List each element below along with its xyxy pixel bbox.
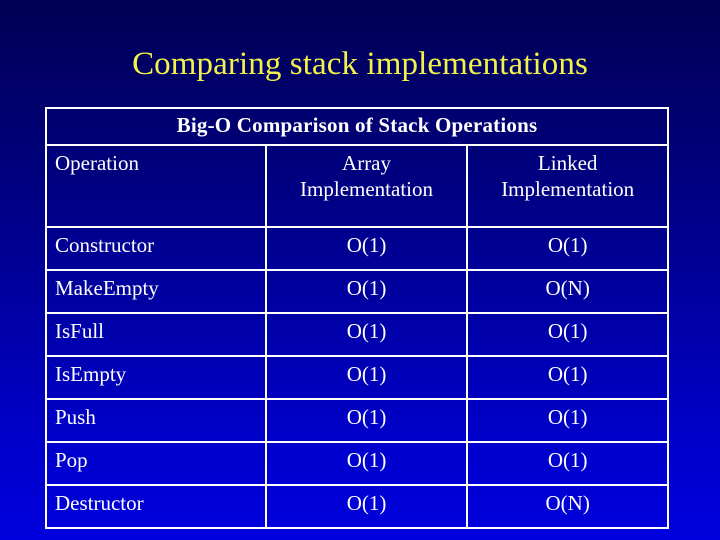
cell-linked: O(1) xyxy=(466,226,669,271)
cell-operation: Destructor xyxy=(45,484,267,529)
column-header-linked-line1: Linked xyxy=(537,151,598,175)
cell-operation: IsEmpty xyxy=(45,355,267,400)
cell-linked: O(1) xyxy=(466,398,669,443)
cell-operation: Push xyxy=(45,398,267,443)
cell-array: O(1) xyxy=(264,355,469,400)
cell-linked: O(1) xyxy=(466,312,669,357)
big-o-comparison-table: Big-O Comparison of Stack Operations Ope… xyxy=(45,107,669,529)
page-title: Comparing stack implementations xyxy=(132,46,588,82)
table-row: MakeEmpty O(1) O(N) xyxy=(45,269,669,314)
column-header-linked-line2: Implementation xyxy=(501,177,635,201)
cell-array: O(1) xyxy=(264,226,469,271)
cell-linked: O(N) xyxy=(466,484,669,529)
cell-linked: O(1) xyxy=(466,355,669,400)
table-row: Pop O(1) O(1) xyxy=(45,441,669,486)
cell-linked: O(N) xyxy=(466,269,669,314)
cell-operation: Constructor xyxy=(45,226,267,271)
cell-array: O(1) xyxy=(264,269,469,314)
cell-operation: MakeEmpty xyxy=(45,269,267,314)
table-header: Big-O Comparison of Stack Operations Ope… xyxy=(45,107,669,228)
presentation-slide: Comparing stack implementations Big-O Co… xyxy=(0,0,720,540)
cell-array: O(1) xyxy=(264,398,469,443)
column-header-array-line2: Implementation xyxy=(300,177,433,201)
column-header-array: Array Implementation xyxy=(264,144,469,228)
cell-linked: O(1) xyxy=(466,441,669,486)
table-row: IsFull O(1) O(1) xyxy=(45,312,669,357)
table-row: IsEmpty O(1) O(1) xyxy=(45,355,669,400)
table-row: Destructor O(1) O(N) xyxy=(45,484,669,529)
cell-operation: IsFull xyxy=(45,312,267,357)
table-row: Push O(1) O(1) xyxy=(45,398,669,443)
column-header-operation: Operation xyxy=(45,144,267,228)
cell-array: O(1) xyxy=(264,312,469,357)
column-header-array-line1: Array xyxy=(342,151,392,175)
column-header-linked: Linked Implementation xyxy=(466,144,669,228)
cell-array: O(1) xyxy=(264,484,469,529)
table-body: Constructor O(1) O(1) MakeEmpty O(1) O(N… xyxy=(45,226,669,529)
table-caption-row: Big-O Comparison of Stack Operations xyxy=(45,107,669,146)
table-row: Constructor O(1) O(1) xyxy=(45,226,669,271)
table-caption: Big-O Comparison of Stack Operations xyxy=(45,107,669,146)
cell-operation: Pop xyxy=(45,441,267,486)
cell-array: O(1) xyxy=(264,441,469,486)
table-column-header-row: Operation Array Implementation Linked Im… xyxy=(45,144,669,228)
